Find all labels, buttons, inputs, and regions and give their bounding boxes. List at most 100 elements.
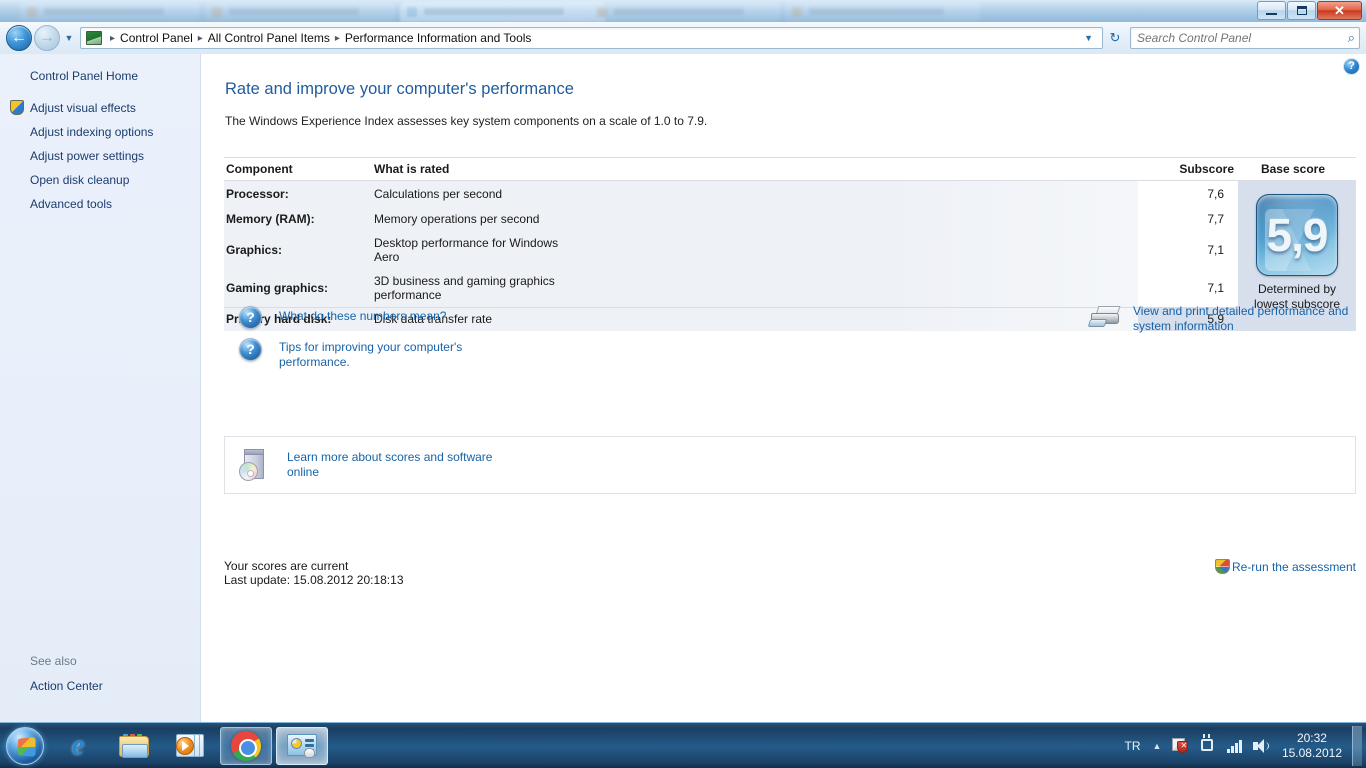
see-also-label: See also bbox=[30, 654, 77, 668]
tips-link-row[interactable]: ? Tips for improving your computer's per… bbox=[239, 338, 462, 370]
minimize-button[interactable] bbox=[1257, 1, 1286, 20]
taskbar-item-windows-explorer[interactable] bbox=[108, 727, 160, 765]
row-component: Memory (RAM): bbox=[226, 211, 315, 226]
taskbar-item-internet-explorer[interactable]: e bbox=[52, 727, 104, 765]
rerun-assessment-row[interactable]: Re-run the assessment bbox=[1214, 559, 1356, 574]
sidebar-item-label: Adjust visual effects bbox=[30, 101, 136, 115]
shield-icon bbox=[10, 100, 24, 115]
taskbar: e TR ▲ ✕ 20:32 15.08.2012 bbox=[0, 722, 1366, 768]
row-what-is-rated: Disk data transfer rate bbox=[374, 312, 493, 326]
refresh-icon[interactable]: ↻ bbox=[1104, 28, 1126, 49]
sidebar: Control Panel Home Adjust visual effects… bbox=[0, 54, 201, 722]
breadcrumb-separator: ▸ bbox=[197, 32, 203, 44]
learn-more-box[interactable]: Learn more about scores and software onl… bbox=[224, 436, 1356, 494]
row-subscore: 7,7 bbox=[1138, 206, 1238, 231]
volume-icon[interactable] bbox=[1252, 738, 1269, 753]
base-score-value: 5,9 bbox=[1266, 209, 1329, 261]
sidebar-item-control-panel-home[interactable]: Control Panel Home bbox=[0, 64, 200, 88]
shield-icon bbox=[1214, 559, 1230, 574]
software-cd-icon bbox=[237, 447, 273, 483]
table-header-row: Component What is rated Subscore Base sc… bbox=[224, 157, 1356, 181]
window-titlebar[interactable]: ✕ bbox=[0, 0, 1366, 22]
sidebar-item-action-center[interactable]: Action Center bbox=[0, 674, 201, 704]
row-component: Processor: bbox=[226, 186, 289, 201]
row-what-is-rated: 3D business and gaming graphics performa… bbox=[374, 274, 555, 302]
column-header-what-is-rated: What is rated bbox=[374, 162, 450, 176]
language-indicator[interactable]: TR bbox=[1125, 739, 1141, 753]
search-input[interactable] bbox=[1137, 31, 1348, 45]
help-icon[interactable]: ? bbox=[1343, 58, 1360, 75]
show-desktop-button[interactable] bbox=[1352, 725, 1362, 766]
clock-time: 20:32 bbox=[1296, 730, 1327, 745]
row-what-is-rated: Memory operations per second bbox=[374, 211, 540, 226]
chrome-icon bbox=[231, 730, 261, 761]
rerun-assessment-link[interactable]: Re-run the assessment bbox=[1232, 560, 1356, 574]
sidebar-item-adjust-power-settings[interactable]: Adjust power settings bbox=[0, 144, 200, 168]
signal-icon[interactable] bbox=[1227, 739, 1242, 753]
tips-for-improving-link[interactable]: Tips for improving your computer's perfo… bbox=[279, 340, 462, 370]
search-icon[interactable]: ⌕ bbox=[1348, 30, 1355, 46]
column-header-base-score: Base score bbox=[1260, 162, 1326, 176]
breadcrumb-separator: ▸ bbox=[334, 32, 340, 44]
column-header-subscore: Subscore bbox=[1179, 162, 1234, 176]
what-do-numbers-mean-link[interactable]: What do these numbers mean? bbox=[279, 309, 446, 324]
breadcrumb[interactable]: ▸ Control Panel ▸ All Control Panel Item… bbox=[80, 27, 1103, 49]
back-button[interactable]: ← bbox=[6, 25, 32, 51]
breadcrumb-item-all-items[interactable]: All Control Panel Items bbox=[208, 31, 330, 45]
restore-button[interactable] bbox=[1287, 1, 1316, 20]
table-row: Memory (RAM): Memory operations per seco… bbox=[224, 206, 1238, 231]
clock[interactable]: 20:32 15.08.2012 bbox=[1282, 731, 1342, 761]
explorer-window: ✕ ← → ▼ ▸ Control Panel ▸ All Control Pa… bbox=[0, 0, 1366, 722]
start-button[interactable] bbox=[2, 725, 48, 767]
status-last-update: Last update: 15.08.2012 20:18:13 bbox=[224, 573, 404, 587]
control-panel-icon bbox=[86, 31, 102, 45]
content-pane: ? Rate and improve your computer's perfo… bbox=[201, 54, 1366, 722]
action-center-icon[interactable] bbox=[1172, 738, 1189, 753]
windows-logo-icon bbox=[6, 726, 44, 765]
print-link-row[interactable]: View and print detailed performance and … bbox=[1087, 304, 1351, 334]
chevron-down-icon[interactable]: ▼ bbox=[1077, 33, 1100, 43]
printer-icon bbox=[1087, 304, 1123, 329]
base-score-badge: 5,9 bbox=[1256, 194, 1338, 276]
view-print-details-link[interactable]: View and print detailed performance and … bbox=[1133, 304, 1351, 334]
breadcrumb-separator: ▸ bbox=[110, 32, 116, 44]
see-also-section: See also Action Center bbox=[0, 650, 201, 704]
sidebar-item-open-disk-cleanup[interactable]: Open disk cleanup bbox=[0, 168, 200, 192]
network-icon[interactable] bbox=[1199, 734, 1216, 753]
row-what-is-rated: Calculations per second bbox=[374, 186, 503, 201]
sidebar-item-adjust-indexing-options[interactable]: Adjust indexing options bbox=[0, 120, 200, 144]
sidebar-item-advanced-tools[interactable]: Advanced tools bbox=[0, 192, 200, 216]
table-row: Processor: Calculations per second 7,6 bbox=[224, 181, 1238, 206]
learn-more-link[interactable]: Learn more about scores and software onl… bbox=[287, 450, 492, 480]
page-subtitle: The Windows Experience Index assesses ke… bbox=[225, 114, 708, 128]
question-icon: ? bbox=[239, 338, 262, 361]
question-icon: ? bbox=[239, 306, 262, 329]
row-subscore: 7,6 bbox=[1138, 181, 1238, 206]
numbers-mean-link-row[interactable]: ? What do these numbers mean? bbox=[239, 306, 446, 329]
row-component: Gaming graphics: bbox=[226, 281, 329, 295]
folder-icon bbox=[119, 733, 149, 758]
control-panel-icon bbox=[287, 733, 317, 758]
media-player-icon bbox=[176, 733, 204, 758]
row-subscore: 7,1 bbox=[1138, 269, 1238, 307]
search-box[interactable]: ⌕ bbox=[1130, 27, 1360, 49]
page-title: Rate and improve your computer's perform… bbox=[225, 80, 574, 98]
show-hidden-icons-arrow-icon[interactable]: ▲ bbox=[1153, 741, 1162, 751]
row-subscore: 7,1 bbox=[1138, 231, 1238, 269]
status-scores-current: Your scores are current bbox=[224, 559, 349, 573]
table-row: Graphics: Desktop performance for Window… bbox=[224, 231, 1238, 269]
taskbar-item-windows-media-player[interactable] bbox=[164, 727, 216, 765]
column-header-component: Component bbox=[226, 162, 293, 176]
taskbar-item-google-chrome[interactable] bbox=[220, 726, 272, 765]
row-what-is-rated: Desktop performance for Windows Aero bbox=[374, 236, 559, 264]
address-bar: ← → ▼ ▸ Control Panel ▸ All Control Pane… bbox=[0, 22, 1366, 54]
breadcrumb-item-control-panel[interactable]: Control Panel bbox=[120, 31, 193, 45]
sidebar-item-adjust-visual-effects[interactable]: Adjust visual effects bbox=[0, 96, 200, 120]
row-component: Graphics: bbox=[226, 243, 283, 257]
taskbar-item-control-panel[interactable] bbox=[276, 726, 328, 765]
breadcrumb-item-current[interactable]: Performance Information and Tools bbox=[345, 31, 532, 45]
forward-button[interactable]: → bbox=[34, 25, 60, 51]
history-dropdown-icon[interactable]: ▼ bbox=[62, 33, 76, 43]
close-button[interactable]: ✕ bbox=[1317, 1, 1362, 20]
window-controls: ✕ bbox=[1256, 1, 1362, 20]
